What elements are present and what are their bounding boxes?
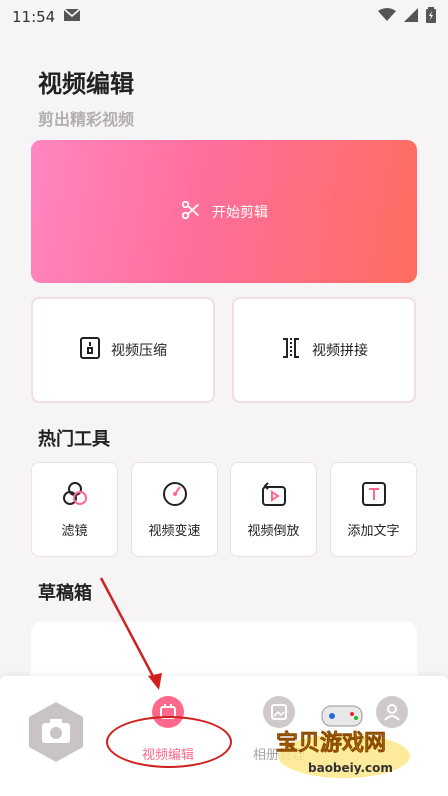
speed-icon xyxy=(161,480,189,512)
signal-icon xyxy=(404,8,418,26)
add-text-tool-button[interactable]: 添加文字 xyxy=(330,462,417,557)
compress-icon xyxy=(79,336,101,364)
video-compress-label: 视频压缩 xyxy=(111,343,167,359)
video-merge-button[interactable]: 视频拼接 xyxy=(232,297,416,403)
speed-label: 视频变速 xyxy=(148,524,201,539)
camera-nav-button[interactable] xyxy=(26,700,86,764)
status-time: 11:54 xyxy=(12,8,56,26)
watermark-url: baobeiy.com xyxy=(308,761,393,775)
mail-icon xyxy=(63,8,81,26)
reverse-icon xyxy=(260,480,288,512)
scissors-icon xyxy=(180,199,202,225)
gamepad-icon xyxy=(321,705,363,727)
wifi-icon xyxy=(378,8,396,26)
drafts-heading: 草稿箱 xyxy=(38,583,92,604)
hot-tools-heading: 热门工具 xyxy=(38,429,110,450)
watermark-brand: 宝贝游戏网 xyxy=(276,730,386,756)
speed-tool-button[interactable]: 视频变速 xyxy=(131,462,218,557)
page-subtitle: 剪出精彩视频 xyxy=(38,110,135,129)
add-text-label: 添加文字 xyxy=(347,524,400,539)
filter-label: 滤镜 xyxy=(61,524,88,539)
start-editing-button[interactable]: 开始剪辑 xyxy=(31,140,417,283)
start-editing-label: 开始剪辑 xyxy=(212,204,268,221)
filter-tool-button[interactable]: 滤镜 xyxy=(31,462,118,557)
watermark-logo: 宝贝游戏网 baobeiy.com xyxy=(268,700,436,784)
merge-icon xyxy=(280,336,302,364)
video-merge-label: 视频拼接 xyxy=(312,343,368,359)
page-title: 视频编辑 xyxy=(38,70,134,98)
annotation-ellipse xyxy=(106,716,232,768)
text-icon xyxy=(360,480,388,512)
reverse-tool-button[interactable]: 视频倒放 xyxy=(230,462,317,557)
filter-icon xyxy=(61,480,89,512)
reverse-label: 视频倒放 xyxy=(247,524,300,539)
video-compress-button[interactable]: 视频压缩 xyxy=(31,297,215,403)
status-bar: 11:54 xyxy=(0,0,448,34)
battery-icon xyxy=(426,7,436,27)
